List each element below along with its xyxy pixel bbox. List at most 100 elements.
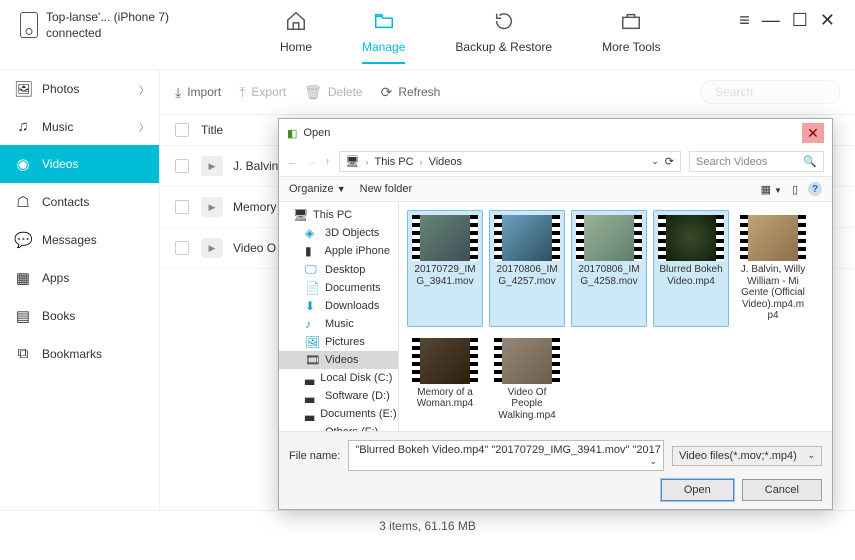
tree-3d-objects[interactable]: ◈3D Objects xyxy=(279,224,398,242)
refresh-button[interactable]: ⟳Refresh xyxy=(381,84,441,101)
tab-backup[interactable]: Backup & Restore xyxy=(455,10,552,64)
sidebar-item-music[interactable]: ♫Music〉 xyxy=(0,108,159,145)
back-icon[interactable]: ← xyxy=(287,156,298,168)
video-thumbnail xyxy=(740,215,806,261)
video-thumbnail xyxy=(494,215,560,261)
file-name: 20170729_IMG_3941.mov xyxy=(412,264,478,287)
disk-icon: ▃ xyxy=(305,407,314,421)
videos-icon: ◉ xyxy=(14,155,32,173)
cancel-button[interactable]: Cancel xyxy=(742,479,822,501)
file-name: 20170806_IMG_4258.mov xyxy=(576,264,642,287)
tree-software-d[interactable]: ▃Software (D:) xyxy=(279,387,398,405)
forward-icon[interactable]: → xyxy=(306,156,317,168)
export-button[interactable]: ⤒Export xyxy=(239,84,286,101)
tree-documents-e[interactable]: ▃Documents (E:) xyxy=(279,405,398,423)
close-icon[interactable]: ✕ xyxy=(820,10,835,31)
music-icon: ♫ xyxy=(14,118,32,135)
sidebar-item-messages[interactable]: 💬Messages xyxy=(0,221,159,259)
dialog-close-button[interactable]: ✕ xyxy=(802,123,824,143)
tree-downloads[interactable]: ⬇Downloads xyxy=(279,297,398,315)
reload-icon[interactable]: ⟳ xyxy=(665,155,674,168)
sidebar-item-books[interactable]: ▤Books xyxy=(0,297,159,335)
sidebar-item-contacts[interactable]: ☖Contacts xyxy=(0,183,159,221)
play-icon[interactable]: ▶ xyxy=(201,156,223,176)
preview-pane-button[interactable]: ▯ xyxy=(792,183,798,196)
help-icon[interactable]: ? xyxy=(808,182,822,196)
row-title: J. Balvin, xyxy=(233,159,282,173)
sidebar-item-label: Books xyxy=(42,309,75,323)
chevron-down-icon: ⌄ xyxy=(807,450,815,461)
refresh-label: Refresh xyxy=(398,85,440,99)
maximize-icon[interactable]: ☐ xyxy=(792,10,808,31)
file-item[interactable]: 20170729_IMG_3941.mov xyxy=(407,210,483,327)
pictures-icon: 🖼 xyxy=(305,335,319,349)
tab-tools[interactable]: More Tools xyxy=(602,10,660,64)
file-item[interactable]: J. Balvin, Willy William - Mi Gente (Off… xyxy=(735,210,811,327)
tree-others-f[interactable]: ▃Others (F:) xyxy=(279,423,398,431)
tab-manage[interactable]: Manage xyxy=(362,10,405,64)
minimize-icon[interactable]: — xyxy=(762,10,780,31)
filename-label: File name: xyxy=(289,450,340,462)
view-mode-button[interactable]: ▦ ▼ xyxy=(761,183,782,196)
file-item[interactable]: Video Of People Walking.mp4 xyxy=(489,333,565,427)
tree-music[interactable]: ♪Music xyxy=(279,315,398,333)
dialog-search-input[interactable]: Search Videos 🔍 xyxy=(689,151,824,172)
breadcrumb[interactable]: 🖥 › This PC › Videos ⌄ ⟳ xyxy=(339,151,682,172)
toolbox-icon xyxy=(620,10,642,36)
column-title[interactable]: Title xyxy=(201,123,223,137)
sidebar-item-label: Messages xyxy=(42,233,97,247)
delete-button[interactable]: 🗑Delete xyxy=(304,84,362,101)
tree-this-pc[interactable]: 🖥This PC xyxy=(279,206,398,224)
breadcrumb-root[interactable]: This PC xyxy=(374,156,413,168)
video-thumbnail xyxy=(658,215,724,261)
tab-home[interactable]: Home xyxy=(280,10,312,64)
file-item[interactable]: 20170806_IMG_4257.mov xyxy=(489,210,565,327)
sidebar-item-photos[interactable]: 🖼Photos〉 xyxy=(0,70,159,108)
tree-documents[interactable]: 📄Documents xyxy=(279,279,398,297)
play-icon[interactable]: ▶ xyxy=(201,197,223,217)
select-all-checkbox[interactable] xyxy=(175,123,189,137)
search-input[interactable]: Search xyxy=(700,80,840,104)
chevron-down-icon: ▼ xyxy=(337,184,346,194)
file-item[interactable]: Blurred Bokeh Video.mp4 xyxy=(653,210,729,327)
tree-apple-iphone[interactable]: ▮Apple iPhone xyxy=(279,242,398,260)
open-button[interactable]: Open xyxy=(661,479,734,501)
status-bar: 3 items, 61.16 MB xyxy=(0,510,855,541)
tab-backup-label: Backup & Restore xyxy=(455,40,552,54)
row-checkbox[interactable] xyxy=(175,159,189,173)
file-item[interactable]: Memory of a Woman.mp4 xyxy=(407,333,483,427)
tree-videos[interactable]: 🎞Videos xyxy=(279,351,398,369)
tree-local-disk-c[interactable]: ▃Local Disk (C:) xyxy=(279,369,398,387)
file-item[interactable]: 20170806_IMG_4258.mov xyxy=(571,210,647,327)
desktop-icon: 🖵 xyxy=(305,262,319,277)
device-info[interactable]: Top-lanse'... (iPhone 7) connected xyxy=(20,10,220,41)
up-icon[interactable]: ↑ xyxy=(325,156,331,168)
row-checkbox[interactable] xyxy=(175,200,189,214)
cube-icon: ◈ xyxy=(305,226,319,240)
sidebar-item-apps[interactable]: ▦Apps xyxy=(0,259,159,297)
filename-input[interactable]: "Blurred Bokeh Video.mp4" "20170729_IMG_… xyxy=(348,440,664,471)
sidebar-item-bookmarks[interactable]: ⧉Bookmarks xyxy=(0,335,159,372)
downloads-icon: ⬇ xyxy=(305,299,319,313)
file-grid: 20170729_IMG_3941.mov 20170806_IMG_4257.… xyxy=(399,202,832,431)
organize-button[interactable]: Organize ▼ xyxy=(289,183,346,195)
pc-icon: 🖥 xyxy=(346,155,360,168)
chevron-down-icon[interactable]: ⌄ xyxy=(649,456,657,467)
bookmarks-icon: ⧉ xyxy=(14,345,32,362)
breadcrumb-folder[interactable]: Videos xyxy=(429,156,462,168)
menu-icon[interactable]: ≡ xyxy=(739,10,750,31)
chevron-down-icon[interactable]: ⌄ xyxy=(651,156,659,167)
row-checkbox[interactable] xyxy=(175,241,189,255)
play-icon[interactable]: ▶ xyxy=(201,238,223,258)
delete-label: Delete xyxy=(328,85,363,99)
tree-pictures[interactable]: 🖼Pictures xyxy=(279,333,398,351)
tree-desktop[interactable]: 🖵Desktop xyxy=(279,260,398,279)
chevron-right-icon: 〉 xyxy=(139,119,149,134)
filetype-filter[interactable]: Video files(*.mov;*.mp4)⌄ xyxy=(672,446,822,466)
file-name: Blurred Bokeh Video.mp4 xyxy=(658,264,724,287)
documents-icon: 📄 xyxy=(305,281,319,295)
import-button[interactable]: ⤓Import xyxy=(175,84,221,101)
sidebar-item-videos[interactable]: ◉Videos xyxy=(0,145,159,183)
new-folder-button[interactable]: New folder xyxy=(360,183,413,195)
sidebar-item-label: Photos xyxy=(42,82,79,96)
